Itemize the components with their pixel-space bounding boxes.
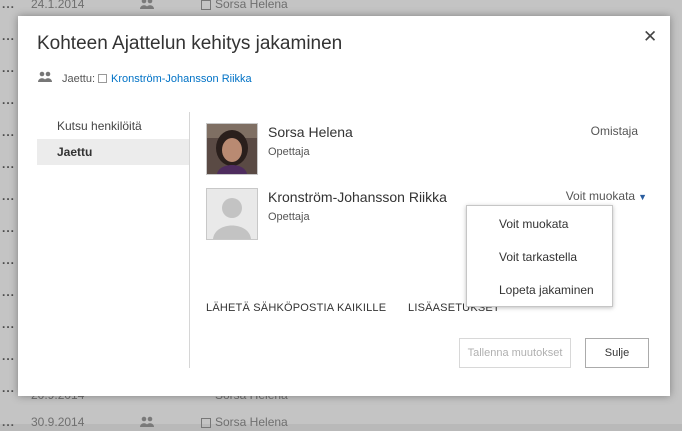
share-dialog: Kohteen Ajattelun kehitys jakaminen ✕ Ja… [18,16,670,396]
nav-label: Jaettu [57,145,93,159]
row-menu-dots: ... [2,349,16,363]
shared-with-line: Jaettu: Kronström-Johansson Riikka [38,71,252,85]
vertical-divider [189,112,190,368]
person-role: Opettaja [268,146,310,158]
shared-with-link[interactable]: Kronström-Johansson Riikka [111,73,252,85]
row-name: Sorsa Helena [215,0,288,11]
row-menu-dots: ... [2,29,16,43]
row-name: Sorsa Helena [215,415,288,429]
person-row: Sorsa Helena Opettaja Omistaja [206,123,646,175]
row-menu-dots: ... [2,157,16,171]
background-row: ... 24.1.2014 Sorsa Helena [0,0,682,13]
people-group-icon [38,71,52,85]
nav-invite-people[interactable]: Kutsu henkilöitä [37,113,189,139]
nav-shared[interactable]: Jaettu [37,139,189,165]
row-menu-dots: ... [2,0,16,11]
row-date: 30.9.2014 [31,415,85,429]
email-all-link[interactable]: LÄHETÄ SÄHKÖPOSTIA KAIKILLE [206,302,386,314]
shared-label: Jaettu: [62,73,96,85]
presence-checkbox-icon [98,74,108,83]
avatar[interactable] [206,123,258,175]
menu-item-can-edit[interactable]: Voit muokata [499,217,568,231]
person-name[interactable]: Sorsa Helena [268,124,353,140]
row-menu-dots: ... [2,253,16,267]
close-icon[interactable]: ✕ [643,27,657,47]
caret-down-icon: ▼ [638,192,647,202]
dialog-title: Kohteen Ajattelun kehitys jakaminen [37,33,343,54]
background-row: ... 30.9.2014 Sorsa Helena [0,415,682,431]
people-icon [140,0,154,12]
row-menu-dots: ... [2,189,16,203]
permission-value: Voit muokata [565,189,636,203]
row-menu-dots: ... [2,61,16,75]
person-role: Opettaja [268,211,310,223]
close-button[interactable]: Sulje [585,338,649,368]
row-checkbox-icon [201,0,211,10]
row-date: 24.1.2014 [31,0,85,11]
avatar[interactable] [206,188,258,240]
row-menu-dots: ... [2,93,16,107]
permission-dropdown[interactable]: Voit muokata ▼ [566,189,647,203]
permission-label: Omistaja [590,124,638,138]
permission-menu: Voit muokata Voit tarkastella Lopeta jak… [466,205,613,307]
people-icon [140,416,154,430]
row-menu-dots: ... [2,285,16,299]
row-menu-dots: ... [2,317,16,331]
save-changes-button[interactable]: Tallenna muutokset [459,338,571,368]
row-menu-dots: ... [2,415,16,429]
row-menu-dots: ... [2,381,16,395]
row-checkbox-icon [201,418,211,428]
menu-item-can-view[interactable]: Voit tarkastella [499,250,577,264]
menu-item-stop-sharing[interactable]: Lopeta jakaminen [499,283,594,297]
row-menu-dots: ... [2,221,16,235]
row-menu-dots: ... [2,125,16,139]
person-name[interactable]: Kronström-Johansson Riikka [268,189,447,205]
nav-label: Kutsu henkilöitä [57,119,142,133]
